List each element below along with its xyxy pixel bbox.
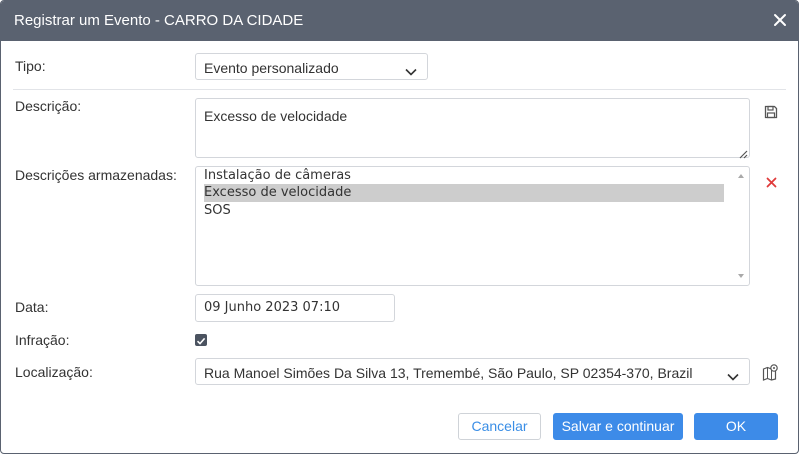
cancel-button[interactable]: Cancelar bbox=[458, 413, 541, 440]
list-item[interactable]: SOS bbox=[204, 202, 231, 220]
data-label: Data: bbox=[15, 299, 49, 315]
tipo-select-value: Evento personalizado bbox=[204, 60, 339, 76]
infracao-label: Infração: bbox=[15, 332, 70, 348]
localizacao-select[interactable]: Rua Manoel Simões Da Silva 13, Tremembé,… bbox=[195, 358, 750, 385]
delete-icon[interactable] bbox=[766, 175, 777, 191]
listbox-scrollbar[interactable] bbox=[733, 167, 749, 285]
ok-button[interactable]: OK bbox=[694, 413, 778, 440]
chevron-down-icon bbox=[727, 368, 739, 384]
dialog-titlebar: Registrar um Evento - CARRO DA CIDADE bbox=[1, 1, 798, 41]
localizacao-label: Localização: bbox=[15, 364, 93, 380]
section-divider bbox=[13, 89, 786, 90]
infracao-checkbox[interactable] bbox=[195, 334, 207, 346]
save-and-continue-button[interactable]: Salvar e continuar bbox=[553, 413, 683, 440]
descricao-textarea[interactable]: Excesso de velocidade bbox=[195, 98, 750, 158]
localizacao-select-value: Rua Manoel Simões Da Silva 13, Tremembé,… bbox=[204, 365, 693, 381]
resize-grip-icon[interactable] bbox=[738, 146, 748, 162]
descricoes-listbox[interactable]: Instalação de câmeras Excesso de velocid… bbox=[195, 166, 750, 286]
list-item[interactable]: Instalação de câmeras bbox=[204, 167, 351, 185]
tipo-label: Tipo: bbox=[15, 58, 46, 74]
close-icon[interactable] bbox=[772, 12, 788, 28]
tipo-select[interactable]: Evento personalizado bbox=[195, 53, 428, 80]
save-icon[interactable] bbox=[764, 105, 778, 122]
descricao-label: Descrição: bbox=[15, 98, 82, 114]
chevron-down-icon bbox=[405, 63, 417, 79]
dialog-title: Registrar um Evento - CARRO DA CIDADE bbox=[14, 12, 304, 29]
register-event-dialog: Registrar um Evento - CARRO DA CIDADE Ti… bbox=[0, 0, 799, 454]
date-input-value: 09 Junho 2023 07:10 bbox=[204, 300, 340, 315]
list-item-selected[interactable]: Excesso de velocidade bbox=[204, 184, 724, 202]
map-pin-icon[interactable] bbox=[762, 363, 780, 384]
descricoes-armazenadas-label: Descrições armazenadas: bbox=[15, 167, 177, 183]
date-input[interactable]: 09 Junho 2023 07:10 bbox=[195, 294, 395, 322]
